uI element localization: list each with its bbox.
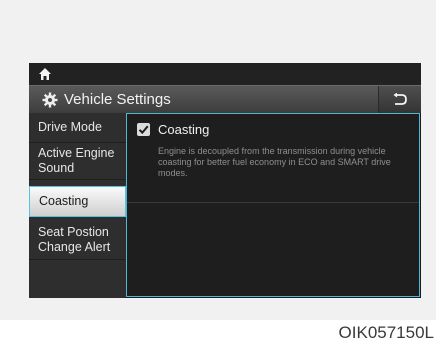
sidebar-menu: Drive Mode Active Engine Sound Coasting … [29, 113, 126, 298]
sidebar-item-active-engine-sound[interactable]: Active Engine Sound [29, 143, 126, 180]
settings-screen: Vehicle Settings Drive Mode Active Engin… [29, 63, 421, 298]
sidebar-item-seat-position-change-alert[interactable]: Seat Postion Change Alert [29, 220, 126, 260]
title-bar: Vehicle Settings [29, 85, 421, 114]
sidebar-item-label: Drive Mode [38, 120, 102, 134]
gear-icon [42, 92, 58, 108]
sidebar-item-label: Coasting [39, 194, 89, 208]
page-title: Vehicle Settings [64, 91, 171, 108]
back-button[interactable] [378, 86, 421, 113]
coasting-option-label: Coasting [158, 122, 210, 137]
device-frame: Vehicle Settings Drive Mode Active Engin… [0, 0, 436, 320]
coasting-option-description: Engine is decoupled from the transmissio… [158, 146, 391, 178]
settings-content-panel: Coasting Engine is decoupled from the tr… [126, 113, 420, 297]
coasting-checkbox[interactable] [137, 123, 150, 136]
back-icon [393, 93, 407, 105]
sidebar-item-drive-mode[interactable]: Drive Mode [29, 113, 126, 143]
checkmark-icon [138, 125, 149, 135]
home-icon[interactable] [38, 67, 52, 81]
sidebar-item-label: Active Engine Sound [38, 146, 115, 175]
coasting-option-row[interactable]: Coasting Engine is decoupled from the tr… [127, 114, 419, 203]
sidebar-item-label: Seat Postion Change Alert [38, 224, 111, 254]
image-caption: OIK057150L [338, 323, 434, 342]
status-bar [29, 63, 421, 85]
sidebar-item-coasting[interactable]: Coasting [29, 186, 126, 217]
